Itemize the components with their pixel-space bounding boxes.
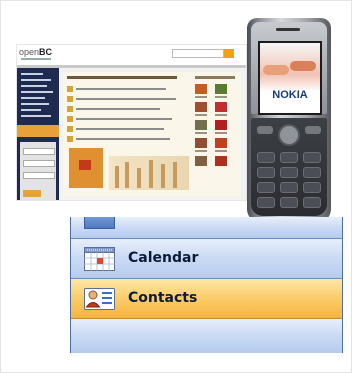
phone-screen: NOKIA [258,41,322,115]
nav-item-contacts[interactable]: Contacts [71,279,342,319]
phone-softkey-left [257,126,273,134]
contacts-icon [84,287,115,311]
site-sidebar [17,68,59,200]
site-header: openBC [17,45,246,65]
nav-item-contacts-label: Contacts [128,290,198,306]
site-member-list [195,76,237,186]
site-search-input [172,49,224,58]
phone-brand-label: NOKIA [272,89,308,101]
logo-text-bc: BC [39,47,53,57]
mail-icon [84,217,115,229]
site-content [63,72,241,196]
phone-keypad [251,118,327,216]
nav-item-calendar-label: Calendar [128,250,199,266]
phone-earpiece [276,28,300,31]
site-login-box [20,142,56,200]
phone-softkey-right [305,126,321,134]
website-screenshot: openBC [17,45,246,200]
nokia-phone-image: NOKIA [237,18,340,223]
phone-nav-key [278,124,300,146]
site-logo: openBC [19,47,52,57]
site-promo-image [69,148,103,188]
site-search-button [224,49,234,58]
nav-item-next[interactable] [71,319,342,353]
nav-item-calendar[interactable]: Calendar [71,239,342,279]
navigation-pane: Calendar Contacts [70,217,343,353]
handshake-hand-left [263,65,289,75]
logo-tagline [21,58,51,60]
site-sidebar-highlight [17,125,59,137]
calendar-icon [84,247,115,271]
handshake-hand-right [290,61,316,71]
nav-item-partial[interactable] [71,217,342,239]
logo-text: open [19,47,40,57]
site-people-image [109,156,189,190]
